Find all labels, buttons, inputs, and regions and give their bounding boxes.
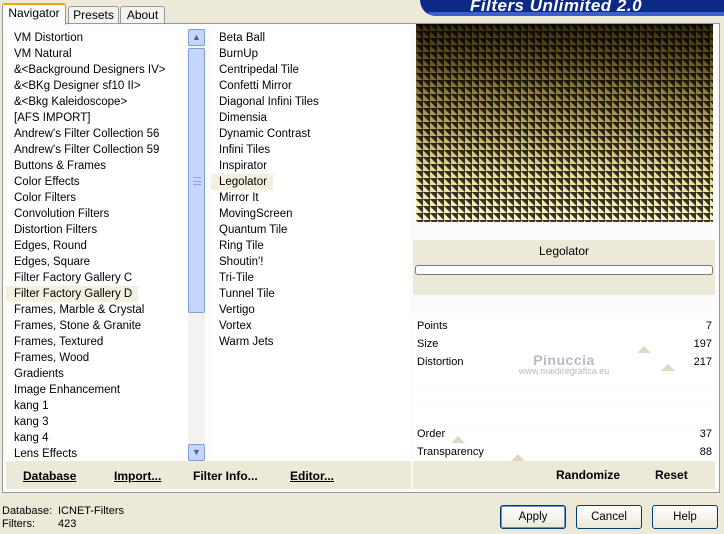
- filter-list-item[interactable]: Dynamic Contrast: [211, 126, 409, 142]
- filter-list-item[interactable]: Confetti Mirror: [211, 78, 409, 94]
- category-list-item[interactable]: kang 3: [6, 414, 188, 430]
- slider-thumb[interactable]: [451, 436, 465, 443]
- status-database: Database: ICNET-Filters: [2, 505, 124, 517]
- filter-list-item[interactable]: Vortex: [211, 318, 409, 334]
- help-button[interactable]: Help: [652, 505, 718, 529]
- category-list-item[interactable]: &<Background Designers IV>: [6, 62, 188, 78]
- reset-button[interactable]: Reset: [655, 468, 688, 482]
- database-button[interactable]: Database: [23, 469, 76, 483]
- filter-list-item[interactable]: Centripedal Tile: [211, 62, 409, 78]
- filter-info-button[interactable]: Filter Info...: [193, 469, 258, 483]
- category-list-item[interactable]: Gradients: [6, 366, 188, 382]
- filter-list-item[interactable]: Beta Ball: [211, 30, 409, 46]
- category-list-item[interactable]: &<BKg Designer sf10 II>: [6, 78, 188, 94]
- import-button[interactable]: Import...: [114, 469, 161, 483]
- filter-list-item[interactable]: Dimensia: [211, 110, 409, 126]
- filter-list-item[interactable]: Inspirator: [211, 158, 409, 174]
- category-list-item[interactable]: Filter Factory Gallery C: [6, 270, 188, 286]
- watermark-subtitle: www.maidiregrafica.eu: [518, 366, 610, 376]
- param-label: Points: [417, 320, 448, 332]
- param-value: 7: [705, 320, 712, 332]
- param-label: Size: [417, 338, 439, 350]
- category-list-item[interactable]: [AFS IMPORT]: [6, 110, 188, 126]
- filter-list-item[interactable]: Warm Jets: [211, 334, 409, 350]
- progress-bar: [415, 265, 713, 275]
- filter-list-item[interactable]: Tri-Tile: [211, 270, 409, 286]
- category-list-item[interactable]: Frames, Wood: [6, 350, 188, 366]
- editor-button[interactable]: Editor...: [290, 469, 334, 483]
- category-list-item[interactable]: &<Bkg Kaleidoscope>: [6, 94, 188, 110]
- param-size[interactable]: Size 197: [414, 336, 714, 353]
- cancel-button[interactable]: Cancel: [576, 505, 642, 529]
- category-list-item[interactable]: kang 1: [6, 398, 188, 414]
- filter-list-item[interactable]: Quantum Tile: [211, 222, 409, 238]
- apply-button[interactable]: Apply: [500, 505, 566, 529]
- status-filters-label: Filters:: [2, 518, 35, 530]
- param-value: 88: [699, 446, 712, 458]
- param-points[interactable]: Points 7: [414, 318, 714, 335]
- category-list-item[interactable]: Lens Effects: [6, 446, 188, 462]
- status-database-value: ICNET-Filters: [58, 505, 124, 517]
- filter-list-item[interactable]: Vertigo: [211, 302, 409, 318]
- category-list-item[interactable]: Frames, Marble & Crystal: [6, 302, 188, 318]
- category-list-item[interactable]: Frames, Textured: [6, 334, 188, 350]
- scrollbar-thumb[interactable]: [188, 48, 205, 313]
- param-empty[interactable]: [414, 390, 714, 406]
- category-list-item[interactable]: Frames, Stone & Granite: [6, 318, 188, 334]
- category-list-item[interactable]: Buttons & Frames: [6, 158, 188, 174]
- slider-thumb[interactable]: [511, 454, 525, 461]
- preview-image: [416, 24, 713, 222]
- param-label: Order: [417, 428, 446, 440]
- banner-title: Filters Unlimited 2.0: [470, 0, 643, 15]
- filter-list-item[interactable]: MovingScreen: [211, 206, 409, 222]
- status-filters-value: 423: [58, 518, 77, 530]
- param-empty[interactable]: [414, 408, 714, 424]
- filter-list[interactable]: Beta Ball BurnUp Centripedal Tile Confetti …: [211, 30, 409, 462]
- arrow-down-icon[interactable]: ▼: [188, 444, 205, 461]
- filter-list-item[interactable]: Diagonal Infini Tiles: [211, 94, 409, 110]
- category-list-item[interactable]: VM Natural: [6, 46, 188, 62]
- filter-list-item[interactable]: Infini Tiles: [211, 142, 409, 158]
- category-list-item[interactable]: VM Distortion: [6, 30, 188, 46]
- category-list-item[interactable]: Edges, Round: [6, 238, 188, 254]
- watermark: Pinuccia www.maidiregrafica.eu: [414, 352, 714, 376]
- category-list-item[interactable]: Filter Factory Gallery D: [6, 286, 139, 302]
- filter-list-item[interactable]: Shoutin'!: [211, 254, 409, 270]
- category-list-item[interactable]: kang 4: [6, 430, 188, 446]
- filter-list-item[interactable]: Tunnel Tile: [211, 286, 409, 302]
- category-list-item[interactable]: Edges, Square: [6, 254, 188, 270]
- category-list-item[interactable]: Color Filters: [6, 190, 188, 206]
- param-transparency[interactable]: Transparency 88: [414, 444, 714, 461]
- filter-name-label: Legolator: [538, 244, 590, 258]
- category-list-item[interactable]: Andrew's Filter Collection 56: [6, 126, 188, 142]
- category-scrollbar[interactable]: ▲ ▼: [188, 29, 205, 461]
- category-list-item[interactable]: Andrew's Filter Collection 59: [6, 142, 188, 158]
- param-value: 37: [699, 428, 712, 440]
- category-list[interactable]: VM Distortion VM Natural &<Background Desi…: [6, 30, 188, 462]
- category-list-item[interactable]: Convolution Filters: [6, 206, 188, 222]
- filter-list-item[interactable]: BurnUp: [211, 46, 409, 62]
- category-list-item[interactable]: Image Enhancement: [6, 382, 188, 398]
- arrow-up-icon[interactable]: ▲: [188, 29, 205, 46]
- filter-list-item[interactable]: Ring Tile: [211, 238, 409, 254]
- status-database-label: Database:: [2, 505, 53, 517]
- param-label: Transparency: [417, 446, 484, 458]
- category-list-item[interactable]: Color Effects: [6, 174, 188, 190]
- category-list-item[interactable]: Distortion Filters: [6, 222, 188, 238]
- randomize-button[interactable]: Randomize: [556, 468, 620, 482]
- param-value: 197: [693, 338, 712, 350]
- status-filters: Filters: 423: [2, 518, 76, 530]
- tab-navigator[interactable]: Navigator: [2, 3, 66, 25]
- filter-list-item[interactable]: Legolator: [211, 174, 273, 190]
- filter-list-item[interactable]: Mirror It: [211, 190, 409, 206]
